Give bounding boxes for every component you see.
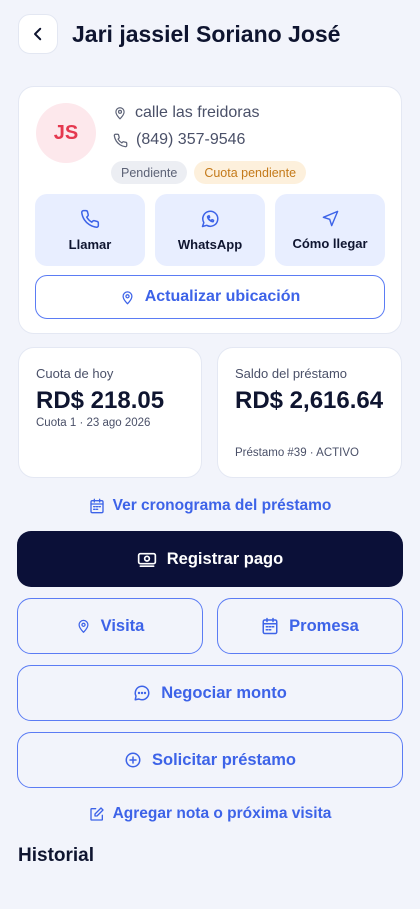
today-installment-detail: Cuota 1 · 23 ago 2026 xyxy=(36,417,151,429)
loan-balance-value: RD$ 2,616.64 xyxy=(235,387,384,414)
today-installment-card: Cuota de hoy RD$ 218.05 Cuota 1 · 23 ago… xyxy=(18,347,202,478)
register-payment-button[interactable]: Registrar pago xyxy=(17,531,403,587)
negotiate-amount-label: Negociar monto xyxy=(161,683,287,702)
status-badge-installment-due: Cuota pendiente xyxy=(194,161,307,184)
status-badges: Pendiente Cuota pendiente xyxy=(111,161,307,184)
calendar-icon xyxy=(89,498,104,514)
client-card: JS calle las freidoras (849) 357-9546 Pe… xyxy=(18,86,402,334)
calendar-icon xyxy=(262,617,278,635)
loan-balance-label: Saldo del préstamo xyxy=(235,366,348,381)
status-badge-pending: Pendiente xyxy=(111,161,188,184)
page-title: Jari jassiel Soriano José xyxy=(72,20,341,47)
promise-label: Promesa xyxy=(289,616,359,635)
plus-circle-icon xyxy=(125,752,141,768)
phone-icon xyxy=(113,133,128,147)
promise-button[interactable]: Promesa xyxy=(217,598,403,654)
visit-button[interactable]: Visita xyxy=(17,598,203,654)
visit-label: Visita xyxy=(100,616,145,635)
phone-text: (849) 357-9546 xyxy=(136,131,246,148)
address-text: calle las freidoras xyxy=(135,104,260,121)
edit-icon xyxy=(89,807,104,821)
location-pin-icon xyxy=(78,619,89,633)
loan-balance-detail: Préstamo #39 · ACTIVO xyxy=(235,447,359,459)
location-pin-icon xyxy=(115,107,125,120)
chat-bubble-icon xyxy=(134,685,150,701)
avatar: JS xyxy=(36,103,96,163)
back-button[interactable] xyxy=(18,14,58,54)
add-note-label: Agregar nota o próxima visita xyxy=(112,805,332,822)
view-schedule-link[interactable]: Ver cronograma del préstamo xyxy=(0,495,420,517)
history-title: Historial xyxy=(18,845,95,866)
contact-actions: Llamar WhatsApp Cómo llegar xyxy=(35,194,385,266)
request-loan-label: Solicitar préstamo xyxy=(152,750,296,769)
location-pin-icon xyxy=(122,290,133,304)
phone-line[interactable]: (849) 357-9546 xyxy=(113,131,245,149)
whatsapp-label: WhatsApp xyxy=(177,236,243,252)
view-schedule-label: Ver cronograma del préstamo xyxy=(112,497,332,514)
negotiate-amount-button[interactable]: Negociar monto xyxy=(17,665,403,721)
whatsapp-icon xyxy=(201,210,219,227)
whatsapp-button[interactable]: WhatsApp xyxy=(155,194,265,266)
add-note-link[interactable]: Agregar nota o próxima visita xyxy=(0,803,420,825)
header: Jari jassiel Soriano José xyxy=(18,14,402,54)
directions-label: Cómo llegar xyxy=(292,236,368,251)
request-loan-button[interactable]: Solicitar préstamo xyxy=(17,732,403,788)
chevron-left-icon xyxy=(34,27,42,41)
today-installment-label: Cuota de hoy xyxy=(36,366,114,381)
call-button[interactable]: Llamar xyxy=(35,194,145,266)
navigation-icon xyxy=(322,210,338,227)
call-label: Llamar xyxy=(68,236,112,252)
cash-icon xyxy=(137,552,156,567)
directions-button[interactable]: Cómo llegar xyxy=(275,194,385,266)
update-location-label: Actualizar ubicación xyxy=(144,288,301,305)
today-installment-value: RD$ 218.05 xyxy=(36,387,165,414)
phone-icon xyxy=(81,209,100,228)
loan-balance-card: Saldo del préstamo RD$ 2,616.64 Préstamo… xyxy=(217,347,402,478)
register-payment-label: Registrar pago xyxy=(166,549,284,568)
update-location-button[interactable]: Actualizar ubicación xyxy=(35,275,385,319)
address-line: calle las freidoras xyxy=(113,104,260,122)
